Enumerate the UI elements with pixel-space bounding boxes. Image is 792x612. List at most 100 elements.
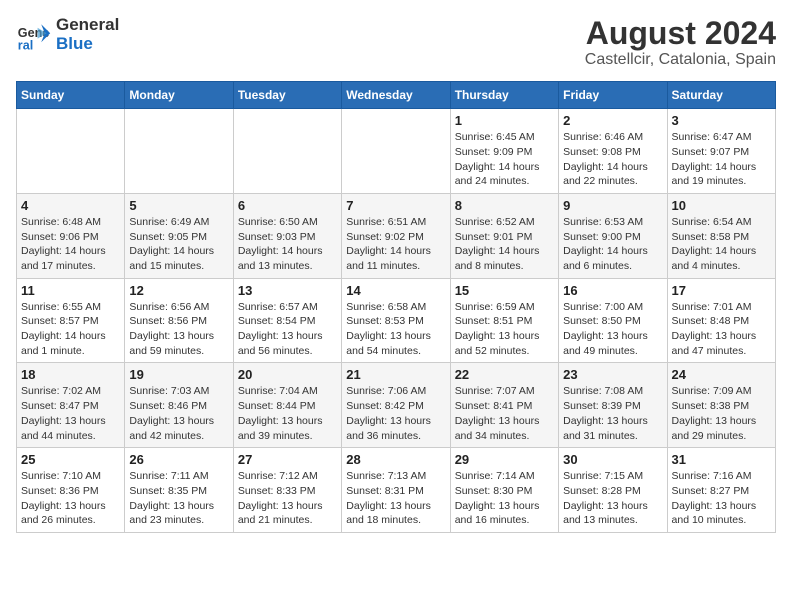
day-info: Sunrise: 7:11 AM Sunset: 8:35 PM Dayligh… [129, 469, 228, 528]
day-info: Sunrise: 7:04 AM Sunset: 8:44 PM Dayligh… [238, 384, 337, 443]
calendar-cell: 22 Sunrise: 7:07 AM Sunset: 8:41 PM Dayli… [450, 363, 558, 448]
calendar-week-row: 25Sunrise: 7:10 AM Sunset: 8:36 PM Dayli… [17, 448, 776, 533]
weekday-header: Tuesday [233, 82, 341, 109]
day-info: Sunrise: 6:50 AM Sunset: 9:03 PM Dayligh… [238, 215, 337, 274]
day-number: 8 [455, 198, 554, 213]
calendar-week-row: 1Sunrise: 6:45 AM Sunset: 9:09 PM Daylig… [17, 109, 776, 194]
day-number: 22 [455, 367, 554, 382]
calendar-cell: 12Sunrise: 6:56 AM Sunset: 8:56 PM Dayli… [125, 278, 233, 363]
day-number: 20 [238, 367, 337, 382]
day-number: 7 [346, 198, 445, 213]
day-number: 3 [672, 113, 771, 128]
calendar-cell: 30Sunrise: 7:15 AM Sunset: 8:28 PM Dayli… [559, 448, 667, 533]
day-info: Sunrise: 7:03 AM Sunset: 8:46 PM Dayligh… [129, 384, 228, 443]
weekday-header: Wednesday [342, 82, 450, 109]
day-number: 21 [346, 367, 445, 382]
logo-line1: General [56, 16, 119, 35]
calendar-cell: 3Sunrise: 6:47 AM Sunset: 9:07 PM Daylig… [667, 109, 775, 194]
calendar-cell: 18 Sunrise: 7:02 AM Sunset: 8:47 PM Dayli… [17, 363, 125, 448]
day-info: Sunrise: 7:08 AM Sunset: 8:39 PM Dayligh… [563, 384, 662, 443]
day-info: Sunrise: 7:06 AM Sunset: 8:42 PM Dayligh… [346, 384, 445, 443]
svg-text:ral: ral [18, 38, 33, 52]
day-info: Sunrise: 6:51 AM Sunset: 9:02 PM Dayligh… [346, 215, 445, 274]
calendar-cell [125, 109, 233, 194]
calendar-cell: 10 Sunrise: 6:54 AM Sunset: 8:58 PM Dayli… [667, 193, 775, 278]
calendar-cell: 4 Sunrise: 6:48 AM Sunset: 9:06 PM Daylig… [17, 193, 125, 278]
day-number: 14 [346, 283, 445, 298]
calendar-cell: 15Sunrise: 6:59 AM Sunset: 8:51 PM Dayli… [450, 278, 558, 363]
day-info: Sunrise: 6:49 AM Sunset: 9:05 PM Dayligh… [129, 215, 228, 274]
page-title: August 2024 [585, 16, 776, 51]
day-number: 28 [346, 452, 445, 467]
day-info: Sunrise: 7:00 AM Sunset: 8:50 PM Dayligh… [563, 300, 662, 359]
calendar-cell: 20 Sunrise: 7:04 AM Sunset: 8:44 PM Dayli… [233, 363, 341, 448]
calendar-table: SundayMondayTuesdayWednesdayThursdayFrid… [16, 81, 776, 533]
weekday-header: Saturday [667, 82, 775, 109]
day-info: Sunrise: 7:13 AM Sunset: 8:31 PM Dayligh… [346, 469, 445, 528]
day-info: Sunrise: 7:10 AM Sunset: 8:36 PM Dayligh… [21, 469, 120, 528]
day-info: Sunrise: 7:01 AM Sunset: 8:48 PM Dayligh… [672, 300, 771, 359]
day-info: Sunrise: 6:53 AM Sunset: 9:00 PM Dayligh… [563, 215, 662, 274]
day-number: 5 [129, 198, 228, 213]
day-number: 23 [563, 367, 662, 382]
day-info: Sunrise: 7:02 AM Sunset: 8:47 PM Dayligh… [21, 384, 120, 443]
day-number: 11 [21, 283, 120, 298]
calendar-cell: 9 Sunrise: 6:53 AM Sunset: 9:00 PM Daylig… [559, 193, 667, 278]
page-header: Gene ral General Blue August 2024 Castel… [16, 16, 776, 69]
day-number: 12 [129, 283, 228, 298]
calendar-cell: 23 Sunrise: 7:08 AM Sunset: 8:39 PM Dayli… [559, 363, 667, 448]
day-number: 18 [21, 367, 120, 382]
page-subtitle: Castellcir, Catalonia, Spain [585, 51, 776, 69]
day-number: 17 [672, 283, 771, 298]
day-number: 31 [672, 452, 771, 467]
day-number: 10 [672, 198, 771, 213]
weekday-header: Friday [559, 82, 667, 109]
day-info: Sunrise: 6:59 AM Sunset: 8:51 PM Dayligh… [455, 300, 554, 359]
day-info: Sunrise: 7:07 AM Sunset: 8:41 PM Dayligh… [455, 384, 554, 443]
day-number: 6 [238, 198, 337, 213]
day-info: Sunrise: 6:54 AM Sunset: 8:58 PM Dayligh… [672, 215, 771, 274]
calendar-cell: 14 Sunrise: 6:58 AM Sunset: 8:53 PM Dayli… [342, 278, 450, 363]
weekday-header: Sunday [17, 82, 125, 109]
day-info: Sunrise: 6:52 AM Sunset: 9:01 PM Dayligh… [455, 215, 554, 274]
calendar-week-row: 18 Sunrise: 7:02 AM Sunset: 8:47 PM Dayli… [17, 363, 776, 448]
day-info: Sunrise: 6:55 AM Sunset: 8:57 PM Dayligh… [21, 300, 120, 359]
day-number: 19 [129, 367, 228, 382]
calendar-cell: 16 Sunrise: 7:00 AM Sunset: 8:50 PM Dayli… [559, 278, 667, 363]
calendar-cell: 27Sunrise: 7:12 AM Sunset: 8:33 PM Dayli… [233, 448, 341, 533]
calendar-cell: 5 Sunrise: 6:49 AM Sunset: 9:05 PM Daylig… [125, 193, 233, 278]
day-number: 4 [21, 198, 120, 213]
calendar-header-row: SundayMondayTuesdayWednesdayThursdayFrid… [17, 82, 776, 109]
calendar-cell: 31 Sunrise: 7:16 AM Sunset: 8:27 PM Dayli… [667, 448, 775, 533]
weekday-header: Monday [125, 82, 233, 109]
logo: Gene ral General Blue [16, 16, 119, 53]
day-number: 13 [238, 283, 337, 298]
calendar-cell: 13Sunrise: 6:57 AM Sunset: 8:54 PM Dayli… [233, 278, 341, 363]
calendar-cell: 8 Sunrise: 6:52 AM Sunset: 9:01 PM Daylig… [450, 193, 558, 278]
calendar-cell [342, 109, 450, 194]
day-info: Sunrise: 7:09 AM Sunset: 8:38 PM Dayligh… [672, 384, 771, 443]
day-number: 26 [129, 452, 228, 467]
calendar-cell [17, 109, 125, 194]
day-info: Sunrise: 7:15 AM Sunset: 8:28 PM Dayligh… [563, 469, 662, 528]
calendar-cell: 7 Sunrise: 6:51 AM Sunset: 9:02 PM Daylig… [342, 193, 450, 278]
day-info: Sunrise: 7:14 AM Sunset: 8:30 PM Dayligh… [455, 469, 554, 528]
day-info: Sunrise: 6:58 AM Sunset: 8:53 PM Dayligh… [346, 300, 445, 359]
day-number: 16 [563, 283, 662, 298]
calendar-cell: 29 Sunrise: 7:14 AM Sunset: 8:30 PM Dayli… [450, 448, 558, 533]
calendar-week-row: 11 Sunrise: 6:55 AM Sunset: 8:57 PM Dayli… [17, 278, 776, 363]
day-number: 29 [455, 452, 554, 467]
calendar-week-row: 4 Sunrise: 6:48 AM Sunset: 9:06 PM Daylig… [17, 193, 776, 278]
calendar-cell: 24Sunrise: 7:09 AM Sunset: 8:38 PM Dayli… [667, 363, 775, 448]
calendar-cell: 21 Sunrise: 7:06 AM Sunset: 8:42 PM Dayli… [342, 363, 450, 448]
calendar-cell: 2Sunrise: 6:46 AM Sunset: 9:08 PM Daylig… [559, 109, 667, 194]
calendar-cell: 6 Sunrise: 6:50 AM Sunset: 9:03 PM Daylig… [233, 193, 341, 278]
day-number: 9 [563, 198, 662, 213]
day-info: Sunrise: 7:16 AM Sunset: 8:27 PM Dayligh… [672, 469, 771, 528]
title-block: August 2024 Castellcir, Catalonia, Spain [585, 16, 776, 69]
calendar-cell: 25Sunrise: 7:10 AM Sunset: 8:36 PM Dayli… [17, 448, 125, 533]
calendar-cell: 11 Sunrise: 6:55 AM Sunset: 8:57 PM Dayli… [17, 278, 125, 363]
calendar-cell: 17 Sunrise: 7:01 AM Sunset: 8:48 PM Dayli… [667, 278, 775, 363]
day-info: Sunrise: 6:48 AM Sunset: 9:06 PM Dayligh… [21, 215, 120, 274]
calendar-cell: 1Sunrise: 6:45 AM Sunset: 9:09 PM Daylig… [450, 109, 558, 194]
